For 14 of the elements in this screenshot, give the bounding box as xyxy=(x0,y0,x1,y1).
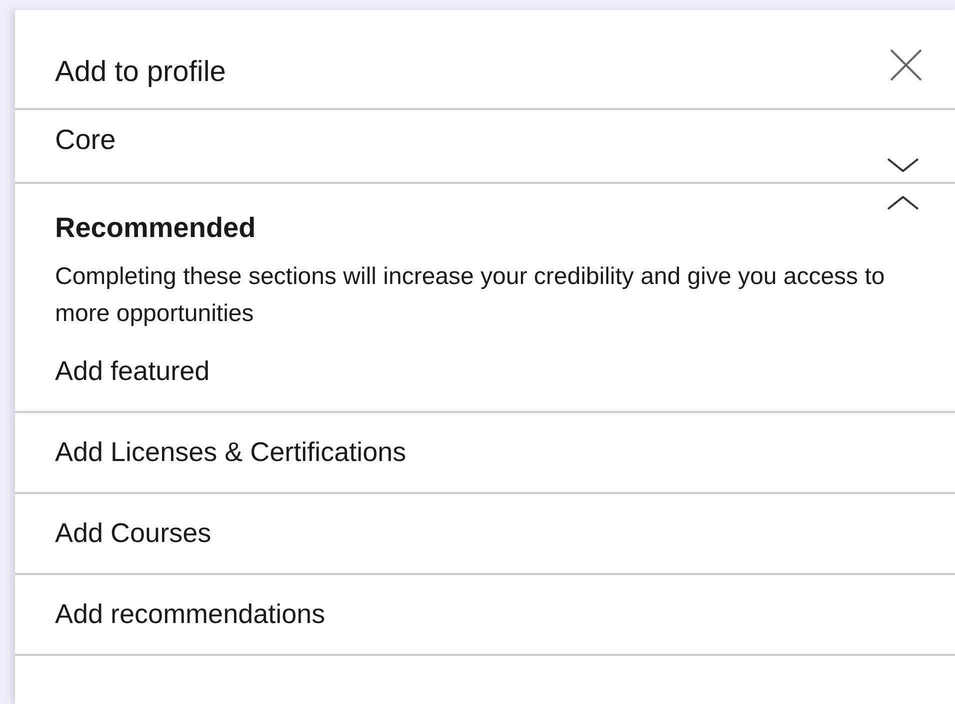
section-description: Completing these sections will increase your credibility and give you access to more opportunities xyxy=(55,262,886,329)
add-section-item[interactable]: Add recommendations xyxy=(15,575,955,656)
add-section-item[interactable]: Add Licenses & Certifications xyxy=(15,413,955,494)
close-button[interactable] xyxy=(889,48,923,82)
section-header[interactable]: Core xyxy=(15,110,955,184)
add-section-item[interactable]: Add featured xyxy=(15,332,955,413)
close-icon xyxy=(889,48,923,82)
dialog-title: Add to profile xyxy=(55,56,226,89)
add-section-item[interactable]: Add Courses xyxy=(15,494,955,575)
section-title: Recommended xyxy=(55,212,256,244)
chevron-down-icon xyxy=(887,158,919,172)
section-header[interactable]: Recommended xyxy=(15,184,955,244)
section-title: Core xyxy=(55,124,116,156)
chevron-up-icon xyxy=(887,196,919,210)
